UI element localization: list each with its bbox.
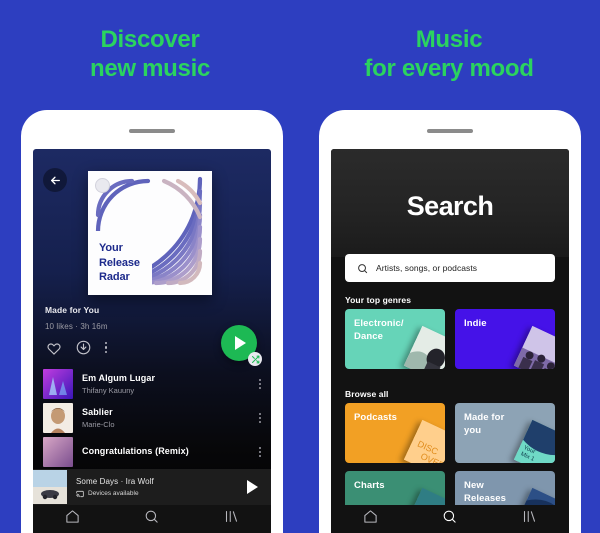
now-playing-info: Some Days · Ira Wolf Devices available bbox=[76, 477, 247, 498]
headline-left-line1: Discover bbox=[100, 26, 200, 53]
track-artist: Marie-Clo bbox=[82, 420, 115, 429]
section-title-browse: Browse all bbox=[345, 389, 389, 399]
browse-card-art: DISC OVER bbox=[403, 419, 445, 463]
playlist-meta: Made for You 10 likes · 3h 16m bbox=[45, 305, 108, 331]
headline-left: Discover new music bbox=[40, 25, 260, 84]
nav-library-icon[interactable] bbox=[522, 509, 537, 529]
bottom-nav-right bbox=[331, 505, 569, 533]
browse-card-label: Podcasts bbox=[354, 412, 398, 423]
now-playing-thumbnail bbox=[33, 470, 67, 504]
track-info: Sablier Marie-Clo bbox=[82, 407, 253, 429]
track-row[interactable]: Em Algum Lugar Thifany Kauuny bbox=[33, 367, 271, 401]
phone-speaker-slot bbox=[427, 129, 473, 133]
track-info: Congratulations (Remix) bbox=[82, 446, 253, 459]
album-art-title-line3: Radar bbox=[99, 271, 130, 284]
genre-card-label: Indie bbox=[464, 318, 487, 329]
search-input[interactable]: Artists, songs, or podcasts bbox=[345, 254, 555, 282]
track-row[interactable]: Congratulations (Remix) bbox=[33, 435, 271, 469]
album-art[interactable]: Your Release Radar bbox=[88, 171, 212, 295]
track-more-icon[interactable] bbox=[253, 379, 261, 389]
back-arrow-icon[interactable] bbox=[43, 168, 67, 192]
track-row[interactable]: Sablier Marie-Clo bbox=[33, 401, 271, 435]
genre-card-label: Electronic/ Dance bbox=[354, 318, 404, 342]
browse-card[interactable]: Podcasts DISC OVER bbox=[345, 403, 445, 463]
playlist-screen: Your Release Radar Made for You 10 likes… bbox=[33, 149, 271, 533]
track-more-icon[interactable] bbox=[253, 447, 261, 457]
now-playing-devices-label: Devices available bbox=[88, 490, 139, 497]
track-title: Em Algum Lugar bbox=[82, 373, 156, 383]
phone-mockup-right: Search Artists, songs, or podcasts Your … bbox=[319, 110, 581, 533]
now-playing-play-icon[interactable] bbox=[247, 480, 258, 494]
cast-devices-icon bbox=[76, 490, 84, 497]
section-title-genres: Your top genres bbox=[345, 295, 412, 305]
track-artist: Thifany Kauuny bbox=[82, 386, 135, 395]
album-art-title-line2: Release bbox=[99, 256, 140, 269]
bottom-nav-left bbox=[33, 505, 271, 533]
browse-card-label: New Releases bbox=[464, 480, 507, 504]
track-title: Sablier bbox=[82, 407, 113, 417]
nav-home-icon[interactable] bbox=[65, 509, 80, 529]
nav-home-icon[interactable] bbox=[363, 509, 378, 529]
nav-search-icon[interactable] bbox=[144, 509, 159, 529]
search-icon bbox=[358, 263, 368, 273]
browse-card-label: Charts bbox=[354, 480, 385, 491]
track-thumbnail bbox=[43, 437, 73, 467]
nav-library-icon[interactable] bbox=[224, 509, 239, 529]
play-icon bbox=[235, 336, 246, 350]
nav-search-icon[interactable] bbox=[442, 509, 457, 529]
track-thumbnail bbox=[43, 369, 73, 399]
page-title: Search bbox=[406, 191, 494, 221]
playlist-stats: 10 likes · 3h 16m bbox=[45, 322, 108, 331]
phone-mockup-left: Your Release Radar Made for You 10 likes… bbox=[21, 110, 283, 533]
spotify-logo-icon bbox=[95, 178, 110, 193]
search-placeholder: Artists, songs, or podcasts bbox=[376, 263, 478, 273]
album-art-title-line1: Your bbox=[99, 242, 123, 254]
playlist-actions bbox=[45, 339, 108, 356]
phone-screen-left: Your Release Radar Made for You 10 likes… bbox=[33, 149, 271, 533]
app-store-screenshot-pair: Discover new music Music for every mood bbox=[0, 0, 600, 533]
search-screen: Search Artists, songs, or podcasts Your … bbox=[331, 149, 569, 533]
browse-card-row-1: Podcasts DISC OVER Made for you Your Mix 1 bbox=[345, 403, 555, 463]
track-title: Congratulations (Remix) bbox=[82, 445, 189, 456]
track-info: Em Algum Lugar Thifany Kauuny bbox=[82, 373, 253, 395]
now-playing-devices[interactable]: Devices available bbox=[76, 490, 247, 498]
genre-card-art bbox=[513, 325, 555, 369]
track-list: Em Algum Lugar Thifany Kauuny Sablier Ma… bbox=[33, 367, 271, 469]
genre-card[interactable]: Electronic/ Dance bbox=[345, 309, 445, 369]
now-playing-title: Some Days · Ira Wolf bbox=[76, 476, 154, 486]
album-art-title: Your Release Radar bbox=[99, 241, 140, 285]
download-circle-icon[interactable] bbox=[75, 339, 92, 356]
phone-speaker-slot bbox=[129, 129, 175, 133]
phone-screen-right: Search Artists, songs, or podcasts Your … bbox=[331, 149, 569, 533]
heart-icon[interactable] bbox=[45, 339, 62, 356]
browse-card[interactable]: Made for you Your Mix 1 bbox=[455, 403, 555, 463]
genre-card[interactable]: Indie bbox=[455, 309, 555, 369]
browse-card-label: Made for you bbox=[464, 412, 505, 436]
headline-right: Music for every mood bbox=[338, 25, 560, 84]
headline-right-line1: Music bbox=[415, 26, 483, 53]
playlist-owner: Made for You bbox=[45, 305, 100, 315]
track-more-icon[interactable] bbox=[253, 413, 261, 423]
headline-right-line2: for every mood bbox=[364, 55, 534, 83]
shuffle-icon[interactable] bbox=[248, 352, 262, 366]
now-playing-bar[interactable]: Some Days · Ira Wolf Devices available bbox=[33, 469, 271, 505]
more-options-icon[interactable] bbox=[105, 342, 108, 353]
track-thumbnail bbox=[43, 403, 73, 433]
headline-left-line2: new music bbox=[89, 55, 210, 83]
genre-card-grid: Electronic/ Dance Indie bbox=[345, 309, 555, 369]
